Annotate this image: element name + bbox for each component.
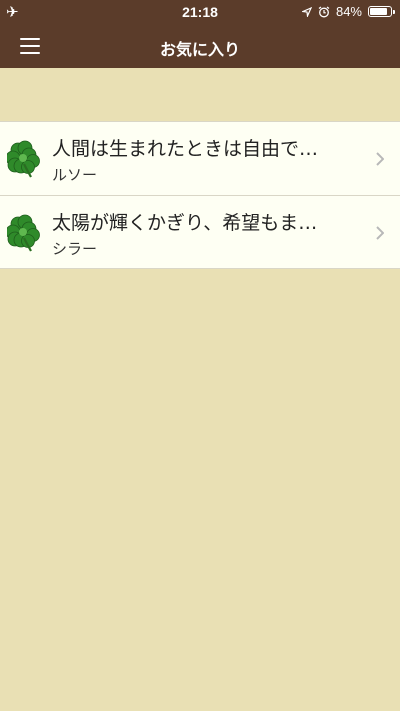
chevron-right-icon: [376, 152, 384, 166]
battery-fill: [370, 8, 387, 15]
four-leaf-clover-icon: [7, 214, 40, 252]
favorite-author: ルソー: [52, 166, 98, 184]
favorite-title: 人間は生まれたときは自由で…: [52, 138, 319, 160]
four-leaf-clover-icon: [7, 140, 40, 178]
alarm-icon: [318, 5, 330, 17]
page-title: お気に入り: [159, 40, 240, 59]
favorite-item[interactable]: 人間は生まれたときは自由で… ルソー: [0, 121, 400, 195]
battery-percent: 84%: [335, 4, 362, 19]
status-bar: ✈ 21:18 84%: [0, 0, 400, 24]
location-arrow-icon: [301, 6, 312, 17]
favorite-author: シラー: [52, 240, 98, 258]
favorite-item[interactable]: 太陽が輝くかぎり、希望もま… シラー: [0, 195, 400, 269]
favorite-title: 太陽が輝くかぎり、希望もま…: [52, 212, 318, 234]
nav-bar: お気に入り: [0, 24, 400, 68]
battery-icon: [368, 6, 395, 17]
chevron-right-icon: [376, 226, 384, 240]
status-right: 84%: [301, 4, 395, 19]
favorites-list: 人間は生まれたときは自由で… ルソー 太陽が輝くかぎり、希望もま… シラー: [0, 121, 400, 269]
